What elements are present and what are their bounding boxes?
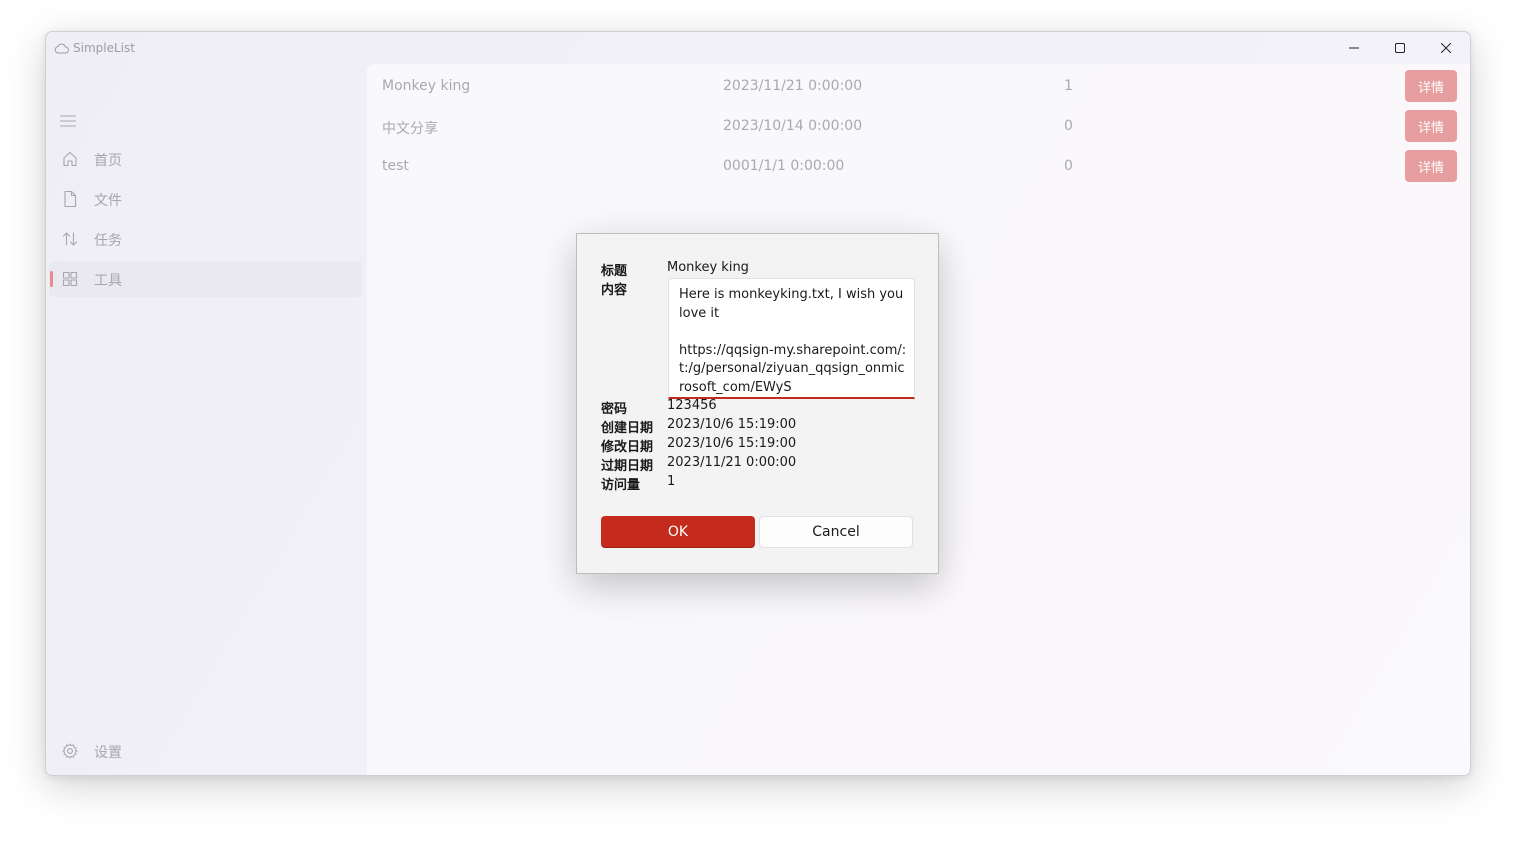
row-date: 2023/11/21 0:00:00 xyxy=(723,78,863,94)
selection-indicator xyxy=(50,271,53,287)
details-button[interactable]: 详情 xyxy=(1405,110,1457,142)
row-date: 2023/10/14 0:00:00 xyxy=(723,118,863,134)
row-date: 0001/1/1 0:00:00 xyxy=(723,158,845,174)
content-text: Here is monkeyking.txt, I wish you love … xyxy=(679,287,907,395)
sidebar-item-label: 文件 xyxy=(94,193,122,209)
row-count: 0 xyxy=(1064,158,1073,174)
details-button[interactable]: 详情 xyxy=(1405,150,1457,182)
title-value: Monkey king xyxy=(667,260,749,275)
sidebar-item-home[interactable]: 首页 xyxy=(49,141,362,177)
row-title: Monkey king xyxy=(382,78,471,94)
modified-date-value: 2023/10/6 15:19:00 xyxy=(667,436,797,451)
row-count: 0 xyxy=(1064,118,1073,134)
title-label: 标题 xyxy=(601,264,628,279)
title-bar[interactable]: SimpleList xyxy=(46,32,1470,64)
app-title: SimpleList xyxy=(54,41,135,55)
content-textbox[interactable]: Here is monkeyking.txt, I wish you love … xyxy=(668,278,915,399)
transfer-icon xyxy=(62,232,78,246)
row-count: 1 xyxy=(1064,78,1073,94)
views-value: 1 xyxy=(667,474,676,489)
ok-button[interactable]: OK xyxy=(601,516,755,548)
grid-icon xyxy=(62,271,78,287)
maximize-icon xyxy=(1395,43,1405,53)
expire-date-label: 过期日期 xyxy=(601,459,654,474)
hamburger-menu-button[interactable] xyxy=(60,112,78,127)
gear-icon xyxy=(62,743,78,759)
modified-date-label: 修改日期 xyxy=(601,440,654,455)
list-row: Monkey king 2023/11/21 0:00:00 1 详情 xyxy=(367,66,1470,106)
sidebar: 首页 文件 任务 工具 xyxy=(46,64,366,775)
row-title: 中文分享 xyxy=(382,121,438,137)
app-title-text: SimpleList xyxy=(73,41,135,55)
created-date-value: 2023/10/6 15:19:00 xyxy=(667,417,797,432)
row-title: test xyxy=(382,158,409,174)
list-row: 中文分享 2023/10/14 0:00:00 0 详情 xyxy=(367,106,1470,146)
close-icon xyxy=(1441,43,1451,53)
minimize-button[interactable] xyxy=(1331,32,1377,64)
sidebar-item-tasks[interactable]: 任务 xyxy=(49,221,362,257)
maximize-button[interactable] xyxy=(1377,32,1423,64)
password-label: 密码 xyxy=(601,402,628,417)
sidebar-item-tools[interactable]: 工具 xyxy=(49,261,362,297)
settings-label: 设置 xyxy=(94,745,122,761)
hamburger-icon xyxy=(60,115,76,127)
sidebar-item-label: 任务 xyxy=(94,233,122,249)
file-icon xyxy=(64,190,77,208)
details-button[interactable]: 详情 xyxy=(1405,70,1457,102)
password-value: 123456 xyxy=(667,398,717,413)
sidebar-item-label: 首页 xyxy=(94,153,122,169)
list-row: test 0001/1/1 0:00:00 0 详情 xyxy=(367,146,1470,186)
cancel-button[interactable]: Cancel xyxy=(759,516,913,548)
content-label: 内容 xyxy=(601,283,628,298)
minimize-icon xyxy=(1349,47,1359,49)
created-date-label: 创建日期 xyxy=(601,421,654,436)
close-button[interactable] xyxy=(1423,32,1469,64)
expire-date-value: 2023/11/21 0:00:00 xyxy=(667,455,797,470)
views-label: 访问量 xyxy=(601,478,641,493)
cloud-icon xyxy=(54,43,69,53)
home-icon xyxy=(63,151,77,167)
sidebar-item-settings-row[interactable]: 设置 xyxy=(49,733,362,769)
sidebar-item-files[interactable]: 文件 xyxy=(49,181,362,217)
details-dialog: 标题 Monkey king 内容 Here is monkeyking.txt… xyxy=(576,233,939,574)
sidebar-item-label: 工具 xyxy=(94,273,122,289)
